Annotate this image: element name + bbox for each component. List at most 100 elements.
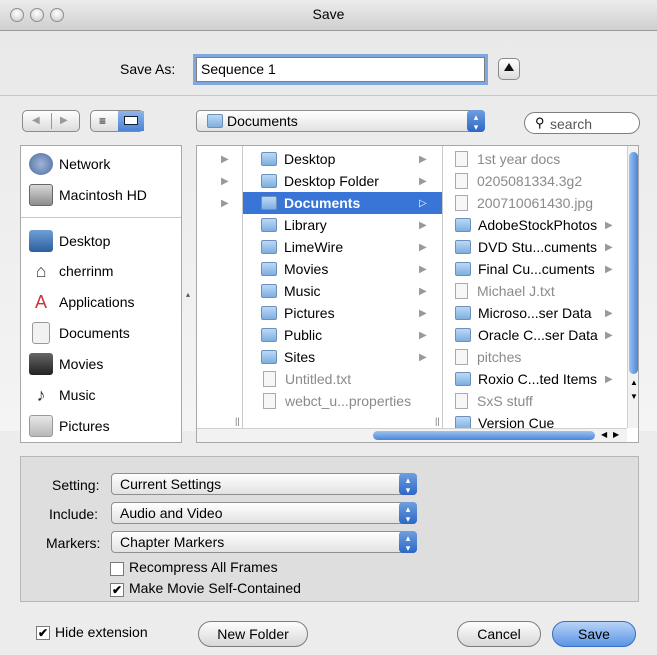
hide-extension-label: Hide extension — [55, 624, 148, 640]
list-item[interactable]: Public ▶ — [243, 324, 442, 346]
recompress-checkbox[interactable] — [110, 562, 124, 576]
column-resize-handle[interactable]: || — [435, 416, 440, 426]
save-button[interactable]: Save — [552, 621, 636, 647]
sidebar-item-applications[interactable]: A Applications — [29, 289, 135, 315]
back-arrow-icon[interactable]: ◀ — [32, 115, 40, 126]
scroll-right-icon[interactable]: ▶ — [613, 430, 619, 439]
folder-icon — [261, 174, 277, 188]
markers-popup[interactable]: Chapter Markers ▴ ▾ — [111, 531, 417, 553]
hard-drive-icon — [29, 184, 53, 206]
setting-value: Current Settings — [120, 476, 222, 492]
applications-icon: A — [34, 292, 47, 312]
popup-stepper-icon: ▴ ▾ — [467, 110, 485, 132]
scroll-left-icon[interactable]: ◀ — [601, 430, 607, 439]
movies-icon — [29, 353, 53, 375]
list-item[interactable]: Desktop ▶ — [243, 148, 442, 170]
sites-folder-icon — [261, 350, 277, 364]
sidebar-item-pictures[interactable]: Pictures — [29, 413, 110, 439]
scroll-down-icon[interactable]: ▼ — [630, 392, 638, 401]
list-item: Untitled.txt — [243, 368, 442, 390]
sidebar-item-label: Macintosh HD — [59, 187, 147, 203]
list-item[interactable]: Music ▶ — [243, 280, 442, 302]
list-item[interactable]: Library ▶ — [243, 214, 442, 236]
text-file-icon — [263, 371, 276, 387]
sidebar-item-movies[interactable]: Movies — [29, 351, 103, 377]
column-1: ▶ ▶ ▶ || — [197, 146, 243, 428]
list-item[interactable]: Oracle C...ser Data ▶ — [443, 324, 621, 346]
sidebar-item-label: Desktop — [59, 233, 111, 249]
folder-icon — [455, 306, 471, 320]
chevron-up-icon — [504, 63, 514, 71]
scroll-up-icon[interactable]: ▲ — [630, 378, 638, 387]
video-file-icon — [455, 173, 468, 189]
sidebar-item-cherrinm[interactable]: ⌂ cherrinm — [29, 258, 114, 284]
scroll-thumb[interactable] — [629, 152, 638, 374]
hide-extension-checkbox[interactable]: ✔ — [36, 626, 50, 640]
title-bar: Save — [0, 0, 657, 31]
list-item[interactable]: Sites ▶ — [243, 346, 442, 368]
folder-icon — [455, 262, 471, 276]
disclosure-arrow-icon: ▶ — [221, 154, 229, 165]
expand-collapse-button[interactable] — [498, 58, 520, 80]
view-mode-control[interactable]: ≡ — [90, 110, 144, 132]
cancel-button[interactable]: Cancel — [457, 621, 541, 647]
vertical-scrollbar[interactable]: ▲ ▼ — [627, 146, 638, 428]
documents-folder-icon — [207, 114, 223, 128]
self-contained-checkbox[interactable]: ✔ — [110, 583, 124, 597]
scroll-thumb[interactable] — [373, 431, 595, 440]
list-item[interactable]: AdobeStockPhotos ▶ — [443, 214, 621, 236]
sidebar-item-macintosh-hd[interactable]: Macintosh HD — [29, 182, 147, 208]
markers-label: Markers: — [46, 535, 101, 551]
folder-icon — [261, 240, 277, 254]
new-folder-button[interactable]: New Folder — [198, 621, 308, 647]
horizontal-scrollbar[interactable]: ◀ ▶ — [197, 428, 627, 442]
save-as-field[interactable]: Sequence 1 — [196, 57, 485, 82]
list-view-icon[interactable]: ≡ — [99, 114, 106, 128]
list-item-selected[interactable]: Documents ▷ — [243, 192, 442, 214]
sidebar-item-network[interactable]: Network — [29, 151, 110, 177]
back-forward-control[interactable]: ◀ ▶ — [22, 110, 80, 132]
documents-icon — [32, 322, 50, 344]
library-folder-icon — [261, 218, 277, 232]
popup-stepper-icon: ▴ ▾ — [399, 502, 417, 524]
setting-popup[interactable]: Current Settings ▴ ▾ — [111, 473, 417, 495]
sidebar: Network Macintosh HD Desktop ⌂ cherrinm … — [20, 145, 182, 443]
folder-icon — [455, 218, 471, 232]
search-field[interactable]: ⚲ search — [524, 112, 640, 134]
home-icon: ⌂ — [35, 261, 47, 281]
include-popup[interactable]: Audio and Video ▴ ▾ — [111, 502, 417, 524]
list-item[interactable]: Desktop Folder ▶ — [243, 170, 442, 192]
sidebar-item-music[interactable]: ♪ Music — [29, 382, 96, 408]
column-resize-handle[interactable]: || — [235, 416, 240, 426]
sidebar-item-desktop[interactable]: Desktop — [29, 228, 110, 254]
image-file-icon — [455, 195, 468, 211]
list-item[interactable]: Microso...ser Data ▶ — [443, 302, 621, 324]
sidebar-item-label: Applications — [59, 294, 135, 310]
sidebar-splitter-handle[interactable]: ▴ — [186, 290, 192, 299]
list-item[interactable]: Roxio C...ted Items ▶ — [443, 368, 621, 390]
list-item: pitches — [443, 346, 521, 368]
list-item: 0205081334.3g2 — [443, 170, 582, 192]
window-title: Save — [312, 6, 345, 22]
folder-icon — [455, 372, 471, 386]
list-item[interactable]: Final Cu...cuments ▶ — [443, 258, 621, 280]
list-item: 1st year docs — [443, 148, 560, 170]
list-item[interactable]: LimeWire ▶ — [243, 236, 442, 258]
sidebar-item-documents[interactable]: Documents — [29, 320, 130, 346]
location-popup[interactable]: Documents ▴ ▾ — [196, 110, 485, 132]
include-label: Include: — [49, 506, 99, 522]
public-folder-icon — [261, 328, 277, 342]
column-view-icon[interactable] — [118, 111, 144, 131]
sidebar-item-label: Pictures — [59, 418, 110, 434]
forward-arrow-icon[interactable]: ▶ — [60, 115, 68, 126]
list-item[interactable]: Pictures ▶ — [243, 302, 442, 324]
music-folder-icon — [261, 284, 277, 298]
list-item: webct_u...properties — [243, 390, 442, 412]
list-item[interactable]: DVD Stu...cuments ▶ — [443, 236, 621, 258]
documents-folder-icon — [261, 196, 277, 210]
list-item[interactable]: Movies ▶ — [243, 258, 442, 280]
file-icon — [455, 151, 468, 167]
sidebar-item-label: Movies — [59, 356, 104, 372]
export-options-panel: Setting: Current Settings ▴ ▾ Include: Au… — [20, 456, 639, 602]
popup-stepper-icon: ▴ ▾ — [399, 473, 417, 495]
